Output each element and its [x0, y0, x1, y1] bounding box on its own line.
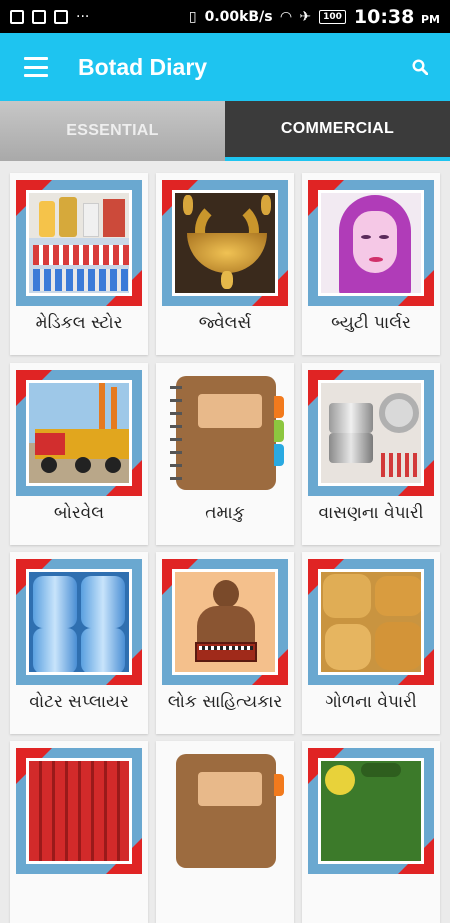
hamburger-menu-icon[interactable]: [24, 57, 48, 77]
clock: 10:38 PM: [353, 5, 440, 28]
category-card-tobacco[interactable]: તમાકુ: [156, 363, 294, 545]
category-card-vegetables[interactable]: [302, 741, 440, 923]
jewellery-image: [162, 180, 288, 306]
battery-icon: 100: [319, 9, 346, 24]
utensils-image: [308, 370, 434, 496]
app-title: Botad Diary: [78, 53, 208, 80]
category-card-jewellers[interactable]: જ્વેલર્સ: [156, 173, 294, 355]
category-card-folk-artist[interactable]: લોક સાહિત્યકાર: [156, 552, 294, 734]
category-card-borewell[interactable]: બોરવેલ: [10, 363, 148, 545]
category-label: વાસણના વેપારી: [318, 503, 424, 523]
image-notification-icon: [10, 9, 24, 24]
search-icon[interactable]: [412, 59, 428, 75]
category-label: વોટર સપ્લાયર: [29, 692, 129, 712]
category-label: બ્યુટી પાર્લર: [331, 313, 411, 333]
category-label: ગોળના વેપારી: [325, 692, 417, 712]
water-cans-image: [16, 559, 142, 685]
category-card-water-supplier[interactable]: વોટર સપ્લાયર: [10, 552, 148, 734]
category-label: જ્વેલર્સ: [198, 313, 252, 333]
category-card-jaggery-traders[interactable]: ગોળના વેપારી: [302, 552, 440, 734]
airplane-icon: ✈: [299, 8, 312, 25]
medicine-image: [16, 180, 142, 306]
category-card-utensil-traders[interactable]: વાસણના વેપારી: [302, 363, 440, 545]
tab-essential[interactable]: ESSENTIAL: [0, 101, 225, 161]
notification-icons: ···: [10, 9, 89, 25]
gas-cylinders-image: [16, 748, 142, 874]
borewell-truck-image: [16, 370, 142, 496]
app-bar: Botad Diary: [0, 33, 450, 101]
vegetables-image: [308, 748, 434, 874]
diary-book-image: [162, 748, 288, 874]
category-label: બોરવેલ: [53, 503, 105, 523]
category-label: મેડિકલ સ્ટોર: [35, 313, 123, 333]
tab-bar: ESSENTIAL COMMERCIAL: [0, 101, 450, 161]
diary-book-image: [162, 370, 288, 496]
category-card-gas-cylinders[interactable]: [10, 741, 148, 923]
more-notifications-icon: ···: [76, 8, 90, 25]
wifi-icon: ◠: [280, 8, 292, 25]
category-label: લોક સાહિત્યકાર: [167, 692, 283, 712]
category-card-beauty-parlour[interactable]: બ્યુટી પાર્લર: [302, 173, 440, 355]
tab-commercial[interactable]: COMMERCIAL: [225, 101, 450, 161]
status-bar: ··· ▯ 0.00kB/s ◠ ✈ 100 10:38 PM: [0, 0, 450, 33]
mail-icon: [54, 9, 68, 24]
jaggery-image: [308, 559, 434, 685]
network-speed: 0.00kB/s: [204, 8, 273, 25]
category-card-diary[interactable]: [156, 741, 294, 923]
category-label: તમાકુ: [205, 503, 245, 523]
category-card-medical-store[interactable]: મેડિકલ સ્ટોર: [10, 173, 148, 355]
beauty-face-image: [308, 180, 434, 306]
sd-card-icon: [32, 9, 46, 24]
folk-singer-image: [162, 559, 288, 685]
vibrate-icon: ▯: [188, 8, 197, 25]
